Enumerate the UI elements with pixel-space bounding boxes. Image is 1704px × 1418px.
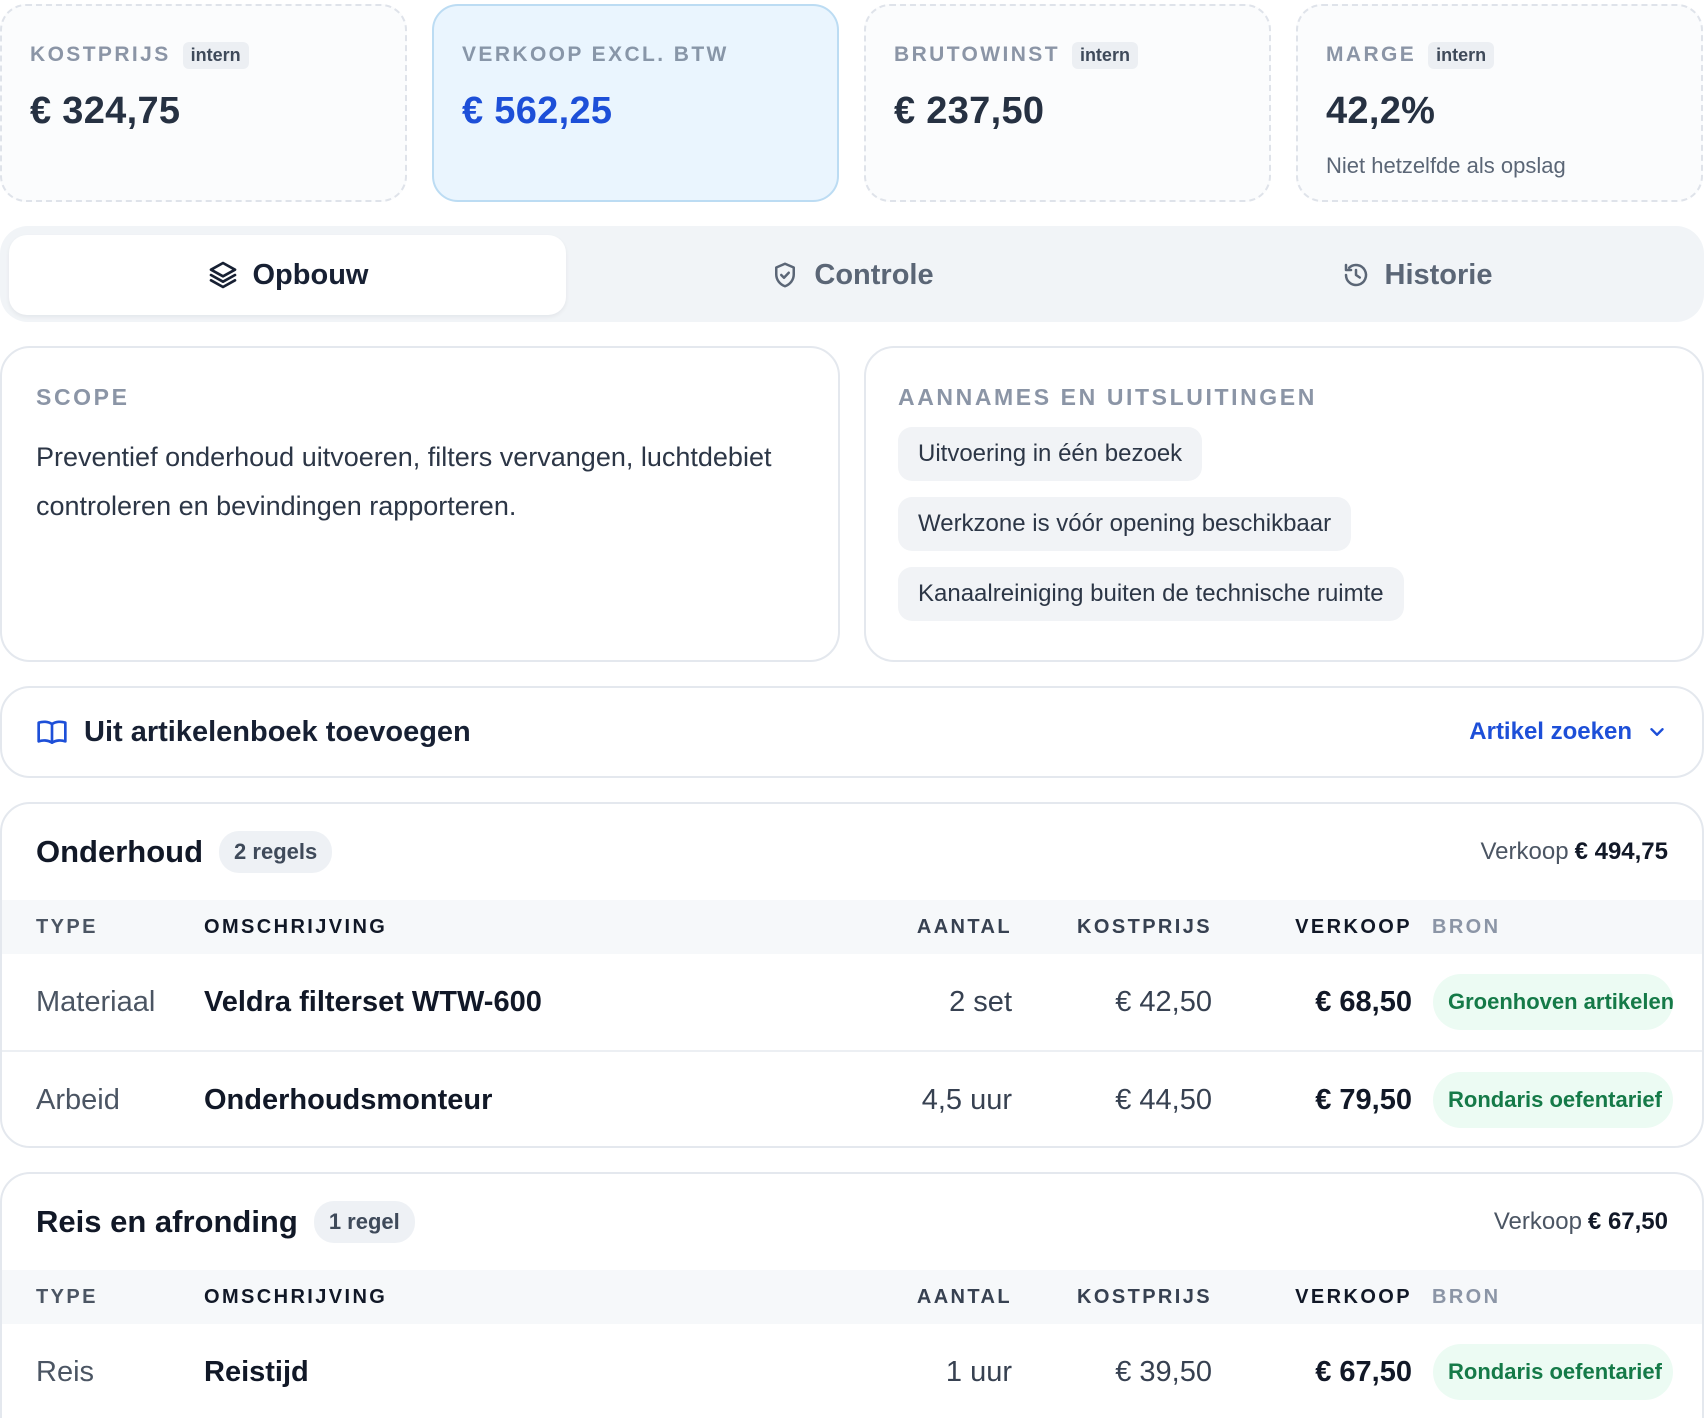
kpi-label: BRUTOWINST [894,43,1060,66]
book-open-icon [37,720,67,744]
source-badge: Groenhoven artikelen [1433,974,1673,1030]
article-search-dropdown[interactable]: Artikel zoeken [1469,718,1668,746]
kpi-card-marge: MARGE intern 42,2% Niet hetzelfde als op… [1296,4,1703,202]
assumptions-list: Uitvoering in één bezoek Werkzone is vóó… [898,427,1670,621]
tab-opbouw[interactable]: Opbouw [9,235,566,315]
col-header-cost: KOSTPRIJS [1077,1286,1212,1308]
cell-sale: € 68,50 [1315,986,1412,1018]
cell-description: Onderhoudsmonteur [204,1084,493,1116]
group-total: Verkoop € 494,75 [1481,838,1669,866]
cell-cost: € 44,50 [1115,1084,1212,1116]
article-search-label: Artikel zoeken [1469,718,1632,745]
cell-cost: € 39,50 [1115,1356,1212,1388]
group-onderhoud: Onderhoud 2 regels Verkoop € 494,75 TYPE … [0,802,1704,1148]
cell-description: Reistijd [204,1356,309,1388]
col-header-quantity: AANTAL [916,1286,1012,1308]
cell-type: Arbeid [36,1084,120,1116]
group-header: Onderhoud 2 regels Verkoop € 494,75 [2,804,1702,900]
cell-type: Materiaal [36,986,156,1018]
tab-controle[interactable]: Controle [566,235,1138,315]
table-header: TYPE OMSCHRIJVING AANTAL KOSTPRIJS VERKO… [2,1270,1702,1324]
kpi-label: VERKOOP EXCL. BTW [462,43,729,66]
article-book-bar: Uit artikelenboek toevoegen Artikel zoek… [0,686,1704,778]
col-header-source: BRON [1432,1286,1501,1308]
scope-card: SCOPE Preventief onderhoud uitvoeren, fi… [0,346,840,662]
table-row[interactable]: Arbeid Onderhoudsmonteur 4,5 uur € 44,50… [2,1052,1702,1146]
cell-quantity: 2 set [949,986,1012,1018]
cell-sale: € 79,50 [1315,1084,1412,1116]
intern-badge: intern [1071,41,1138,69]
col-header-type: TYPE [36,1286,98,1308]
kpi-value: 42,2% [1326,90,1436,132]
kpi-value: € 237,50 [894,90,1045,132]
assumption-chip: Kanaalreiniging buiten de technische rui… [898,567,1404,621]
cell-quantity: 4,5 uur [921,1084,1012,1116]
assumption-chip: Uitvoering in één bezoek [898,427,1203,481]
article-book-title: Uit artikelenboek toevoegen [84,715,471,748]
row-count-badge: 2 regels [219,831,333,873]
group-title: Reis en afronding [36,1204,298,1239]
assumptions-card: AANNAMES EN UITSLUITINGEN Uitvoering in … [864,346,1704,662]
kpi-card-verkoop: VERKOOP EXCL. BTW € 562,25 [432,4,839,202]
table-header: TYPE OMSCHRIJVING AANTAL KOSTPRIJS VERKO… [2,900,1702,954]
source-badge: Rondaris oefentarief [1433,1344,1673,1400]
tab-bar: Opbouw Controle Historie [0,226,1704,322]
col-header-description: OMSCHRIJVING [204,1286,388,1308]
group-total-label: Verkoop [1480,838,1569,865]
history-icon [1344,263,1367,287]
source-badge: Rondaris oefentarief [1433,1072,1673,1128]
group-total: Verkoop € 67,50 [1494,1208,1668,1236]
tab-label: Historie [1384,258,1493,291]
group-reis-en-afronding: Reis en afronding 1 regel Verkoop € 67,50… [0,1172,1704,1418]
col-header-type: TYPE [36,916,98,938]
col-header-quantity: AANTAL [916,916,1012,938]
tab-historie[interactable]: Historie [1138,235,1695,315]
tab-label: Opbouw [252,258,369,291]
intern-badge: intern [182,41,249,69]
kpi-card-brutowinst: BRUTOWINST intern € 237,50 [864,4,1271,202]
intern-badge: intern [1428,41,1495,69]
shield-check-icon [775,262,796,288]
col-header-sale: VERKOOP [1295,1286,1412,1308]
table-row[interactable]: Reis Reistijd 1 uur € 39,50 € 67,50 Rond… [2,1324,1702,1418]
scope-label: SCOPE [36,384,130,410]
group-total-value: € 494,75 [1574,838,1668,865]
kpi-value: € 562,25 [462,90,613,132]
group-header: Reis en afronding 1 regel Verkoop € 67,50 [2,1174,1702,1270]
cell-sale: € 67,50 [1315,1356,1412,1388]
kpi-note: Niet hetzelfde als opslag [1326,153,1566,178]
assumption-chip: Werkzone is vóór opening beschikbaar [898,497,1352,551]
col-header-sale: VERKOOP [1295,916,1412,938]
kpi-label: MARGE [1326,43,1417,66]
col-header-cost: KOSTPRIJS [1077,916,1212,938]
kpi-value: € 324,75 [30,90,181,132]
kpi-card-kostprijs: KOSTPRIJS intern € 324,75 [0,4,407,202]
layers-icon [209,261,236,289]
group-title: Onderhoud [36,834,204,869]
group-total-label: Verkoop [1493,1208,1582,1235]
kpi-row: KOSTPRIJS intern € 324,75 VERKOOP EXCL. … [0,4,1704,202]
cell-quantity: 1 uur [945,1356,1012,1388]
cell-cost: € 42,50 [1115,986,1212,1018]
cell-type: Reis [36,1356,95,1388]
row-count-badge: 1 regel [313,1201,415,1243]
scope-text: Preventief onderhoud uitvoeren, filters … [36,442,772,521]
kpi-label: KOSTPRIJS [30,43,171,66]
col-header-description: OMSCHRIJVING [204,916,388,938]
cell-description: Veldra filterset WTW-600 [204,986,542,1018]
table-row[interactable]: Materiaal Veldra filterset WTW-600 2 set… [2,954,1702,1052]
col-header-source: BRON [1432,916,1501,938]
group-total-value: € 67,50 [1587,1208,1668,1235]
assumptions-label: AANNAMES EN UITSLUITINGEN [898,384,1317,410]
chevron-down-icon [1650,728,1664,736]
tab-label: Controle [814,258,934,291]
